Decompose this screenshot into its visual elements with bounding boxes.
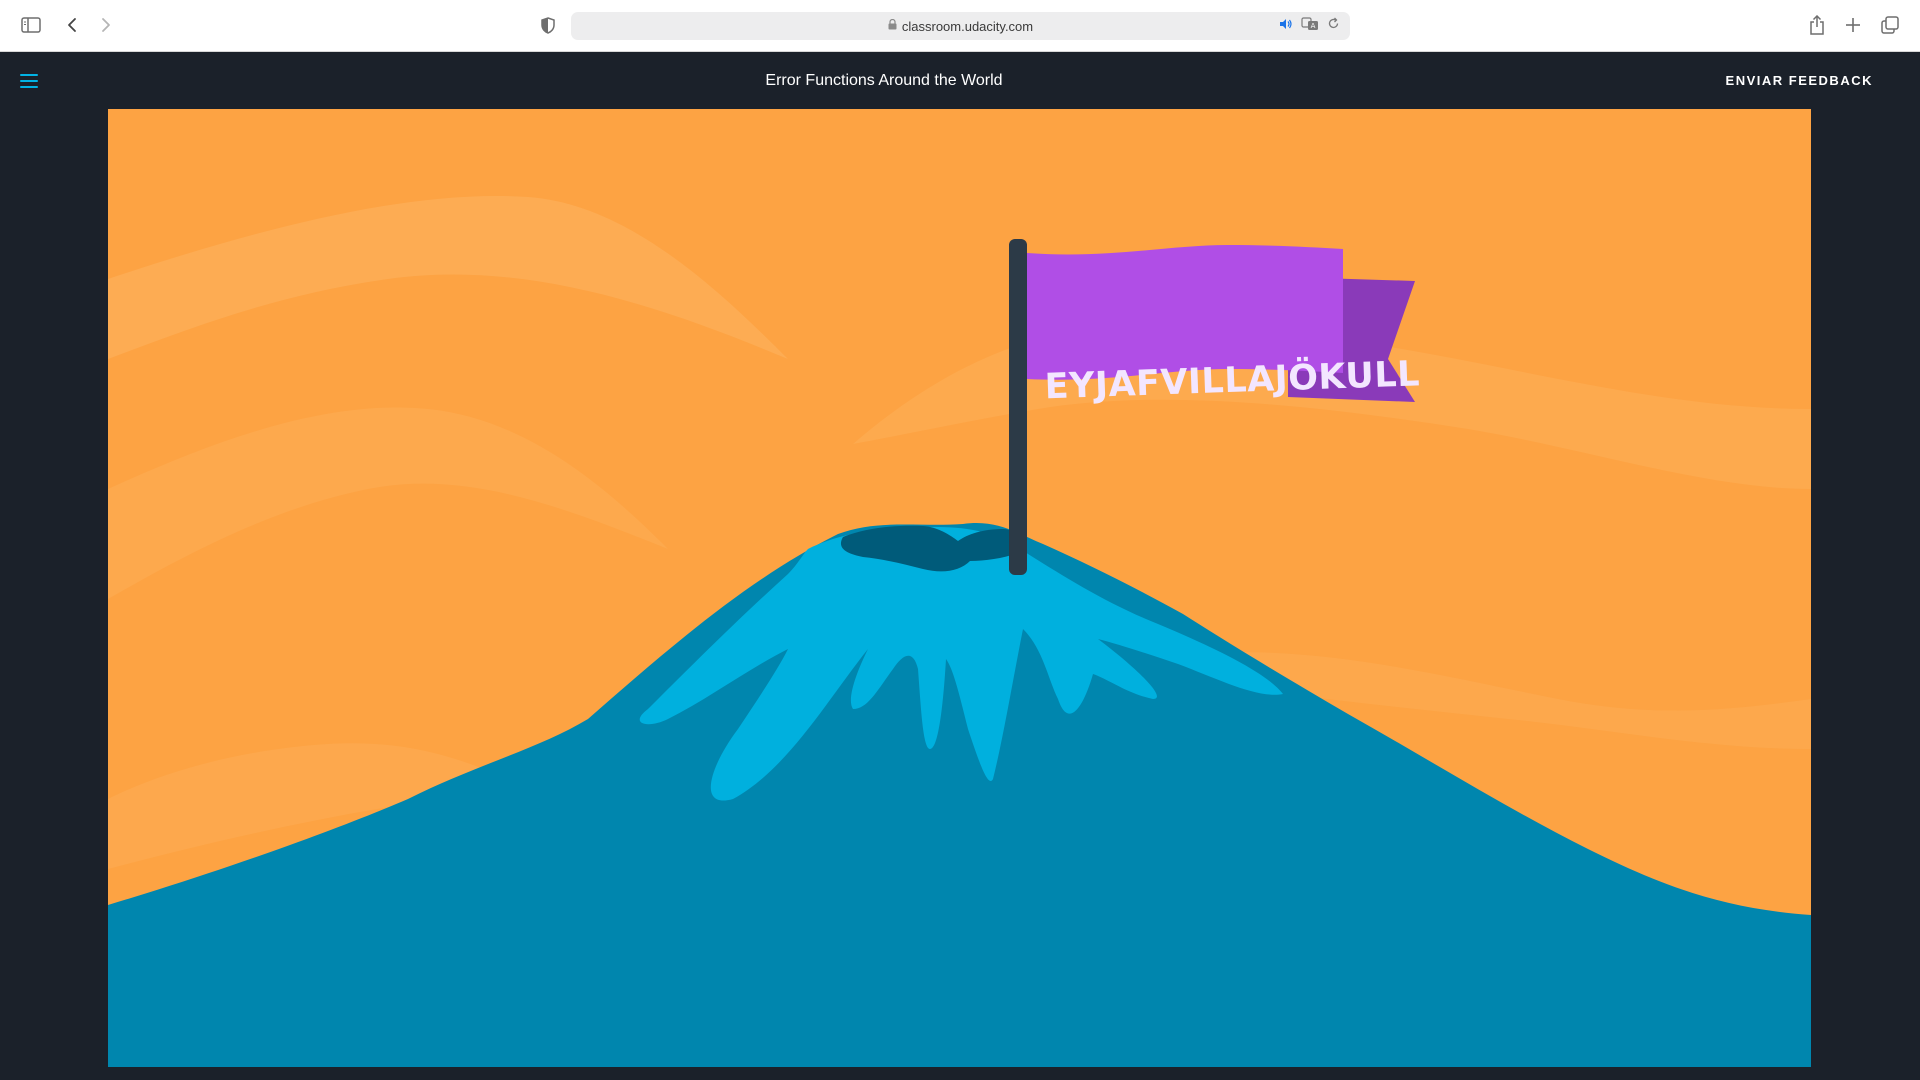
url-text: classroom.udacity.com — [901, 18, 1034, 34]
lock-icon — [888, 18, 897, 33]
forward-icon[interactable] — [96, 15, 116, 35]
flag-label: EYJAFVILLAJÖKULL — [1044, 354, 1421, 408]
browser-toolbar: classroom.udacity.com A — [0, 0, 1920, 52]
translate-icon[interactable]: A — [1301, 16, 1319, 36]
new-tab-icon[interactable] — [1843, 15, 1863, 35]
volcano-illustration — [108, 109, 1811, 1067]
lesson-title: Error Functions Around the World — [765, 71, 1003, 89]
shield-icon[interactable] — [538, 15, 558, 35]
send-feedback-button[interactable]: ENVIAR FEEDBACK — [1726, 52, 1873, 109]
share-icon[interactable] — [1807, 14, 1827, 36]
classroom-header: Error Functions Around the World ENVIAR … — [0, 52, 1920, 109]
left-gutter — [0, 109, 108, 1080]
video-player[interactable]: EYJAFVILLAJÖKULL — [108, 109, 1811, 1067]
address-bar[interactable]: classroom.udacity.com A — [571, 12, 1350, 40]
reload-icon[interactable] — [1327, 17, 1340, 35]
svg-text:A: A — [1311, 22, 1316, 30]
tabs-overview-icon[interactable] — [1880, 15, 1900, 35]
right-gutter — [1811, 109, 1920, 1080]
back-icon[interactable] — [62, 15, 82, 35]
sidebar-icon[interactable] — [20, 15, 42, 35]
flag-pole — [1009, 239, 1027, 575]
audio-icon[interactable] — [1279, 17, 1293, 35]
